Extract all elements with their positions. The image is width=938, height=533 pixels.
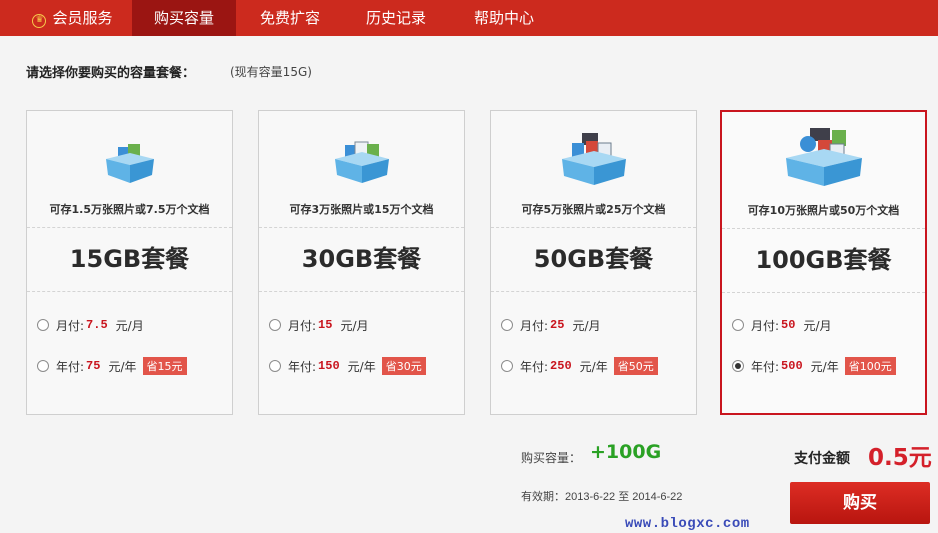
plan-title: 50GB套餐 <box>533 245 654 273</box>
monthly-option[interactable]: 月付: 50 元/月 <box>732 316 832 334</box>
nav-item-history[interactable]: 历史记录 <box>348 0 444 36</box>
plan-card-100gb[interactable]: 可存10万张照片或50万个文档 100GB套餐 月付: 50 元/月 年付: 5… <box>720 110 927 415</box>
site-watermark: www.blogxc.com <box>625 516 750 532</box>
yearly-radio[interactable] <box>269 360 281 372</box>
yearly-option[interactable]: 年付: 500 元/年 省100元 <box>732 357 896 375</box>
monthly-radio[interactable] <box>501 319 513 331</box>
monthly-option[interactable]: 月付: 25 元/月 <box>501 316 601 334</box>
monthly-radio[interactable] <box>732 319 744 331</box>
divider <box>259 227 464 228</box>
validity-period: 有效期：2013-6-22 至 2014-6-22 <box>521 491 683 503</box>
divider <box>491 291 696 292</box>
nav-item-free-expand[interactable]: 免费扩容 <box>240 0 340 36</box>
plan-card-15gb[interactable]: 可存1.5万张照片或7.5万个文档 15GB套餐 月付: 7.5 元/月 年付:… <box>26 110 233 415</box>
plan-description: 可存1.5万张照片或7.5万个文档 <box>49 203 210 216</box>
select-plan-prompt: 请选择你要购买的容量套餐： <box>26 66 196 81</box>
yearly-radio[interactable] <box>37 360 49 372</box>
savings-badge: 省15元 <box>142 357 187 375</box>
monthly-radio[interactable] <box>37 319 49 331</box>
plan-description: 可存10万张照片或50万个文档 <box>747 204 900 217</box>
plan-title: 30GB套餐 <box>301 245 422 273</box>
crown-icon: ♛ <box>32 14 47 28</box>
divider <box>722 292 925 293</box>
yearly-option[interactable]: 年付: 150 元/年 省30元 <box>269 357 426 375</box>
nav-item-member-service[interactable]: ♛ 会员服务 <box>20 0 125 36</box>
divider <box>27 227 232 228</box>
plan-description: 可存3万张照片或15万个文档 <box>289 203 434 216</box>
plan-description: 可存5万张照片或25万个文档 <box>521 203 666 216</box>
divider <box>27 291 232 292</box>
divider <box>259 291 464 292</box>
buy-volume-label: 购买容量： <box>521 451 582 465</box>
yearly-radio[interactable] <box>501 360 513 372</box>
divider <box>491 227 696 228</box>
plan-title: 100GB套餐 <box>755 246 892 274</box>
plan-card-30gb[interactable]: 可存3万张照片或15万个文档 30GB套餐 月付: 15 元/月 年付: 150… <box>258 110 465 415</box>
monthly-option[interactable]: 月付: 7.5 元/月 <box>37 316 144 334</box>
savings-badge: 省50元 <box>613 357 658 375</box>
nav-item-help-center[interactable]: 帮助中心 <box>456 0 552 36</box>
buy-volume-value: +100G <box>590 441 662 463</box>
yearly-option[interactable]: 年付: 250 元/年 省50元 <box>501 357 658 375</box>
savings-badge: 省30元 <box>381 357 426 375</box>
monthly-radio[interactable] <box>269 319 281 331</box>
savings-badge: 省100元 <box>844 357 896 375</box>
top-nav: ♛ 会员服务 购买容量 免费扩容 历史记录 帮助中心 <box>0 0 938 36</box>
pay-amount-value: 0.5元 <box>868 445 932 471</box>
monthly-option[interactable]: 月付: 15 元/月 <box>269 316 369 334</box>
yearly-radio-selected[interactable] <box>732 360 744 372</box>
package-box-icon <box>561 133 626 185</box>
nav-item-buy-capacity[interactable]: 购买容量 <box>132 0 236 36</box>
pay-amount-label: 支付金额 <box>794 451 850 467</box>
plan-title: 15GB套餐 <box>69 245 190 273</box>
current-capacity: (现有容量15G) <box>230 65 312 79</box>
package-box-icon <box>334 141 389 183</box>
package-box-icon <box>785 128 862 186</box>
package-box-icon <box>105 144 154 183</box>
yearly-option[interactable]: 年付: 75 元/年 省15元 <box>37 357 187 375</box>
divider <box>722 228 925 229</box>
plan-card-50gb[interactable]: 可存5万张照片或25万个文档 50GB套餐 月付: 25 元/月 年付: 250… <box>490 110 697 415</box>
buy-button[interactable]: 购买 <box>790 482 930 524</box>
